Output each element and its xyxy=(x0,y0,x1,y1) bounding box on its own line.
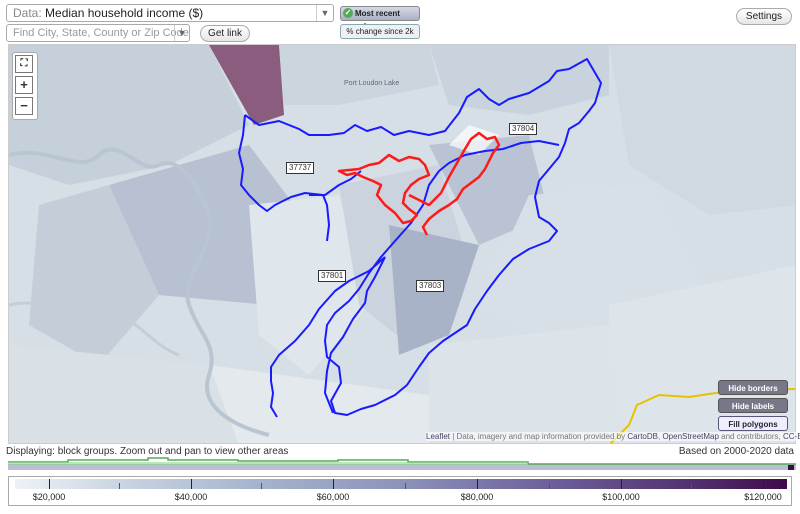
legend-tick xyxy=(621,479,622,489)
map-attribution: Leaflet | Data, imagery and map informat… xyxy=(426,432,800,441)
license-link[interactable]: CC-BY-SA xyxy=(783,432,800,441)
legend-tick xyxy=(477,479,478,489)
legend-label: $100,000 xyxy=(602,492,640,502)
most-recent-value-button[interactable]: ✓ Most recent value xyxy=(340,6,420,31)
zip-label-37804: 37804 xyxy=(509,123,538,135)
search-input[interactable]: Find City, State, County or Zip Code ▼ xyxy=(6,24,190,42)
legend-tick xyxy=(119,483,120,489)
zip-label-37801: 37801 xyxy=(318,270,347,282)
data-select-value: Median household income ($) xyxy=(45,6,204,20)
legend-label: $60,000 xyxy=(316,492,350,502)
legend-label: $40,000 xyxy=(174,492,208,502)
hide-borders-button[interactable]: Hide borders xyxy=(718,380,788,395)
map-view[interactable]: Port Loudon Lake 37737 37804 37801 37803 xyxy=(8,44,796,444)
zip-label-37803: 37803 xyxy=(416,280,445,292)
legend-tick xyxy=(763,479,764,489)
legend-tick xyxy=(191,479,192,489)
zip-label-37737: 37737 xyxy=(286,162,315,174)
fill-polygons-button[interactable]: Fill polygons xyxy=(718,416,788,431)
carto-link[interactable]: CartoDB xyxy=(627,432,658,441)
zoom-in-button[interactable]: + xyxy=(15,76,33,94)
legend-tick xyxy=(405,483,406,489)
osm-link[interactable]: OpenStreetMap xyxy=(662,432,718,441)
legend-label: $120,000 xyxy=(744,492,782,502)
checkmark-icon: ✓ xyxy=(343,8,353,18)
fullscreen-icon[interactable]: ⛶ xyxy=(15,55,33,73)
zoom-out-button[interactable]: − xyxy=(15,97,33,115)
legend-label: $20,000 xyxy=(32,492,66,502)
legend-color-bar xyxy=(15,479,787,489)
legend-tick xyxy=(261,483,262,489)
distribution-histogram xyxy=(8,457,796,470)
get-link-button[interactable]: Get link xyxy=(200,25,250,42)
legend-tick xyxy=(49,479,50,489)
chevron-down-icon[interactable]: ▼ xyxy=(316,5,333,21)
color-legend: $20,000 $40,000 $60,000 $80,000 $100,000… xyxy=(8,476,792,506)
legend-tick xyxy=(549,483,550,489)
map-canvas xyxy=(9,45,795,443)
hide-labels-button[interactable]: Hide labels xyxy=(718,398,788,413)
chevron-down-icon[interactable]: ▼ xyxy=(174,25,189,41)
data-select[interactable]: Data: Median household income ($) ▼ xyxy=(6,4,334,22)
top-toolbar: Data: Median household income ($) ▼ Find… xyxy=(0,0,800,44)
legend-tick xyxy=(333,479,334,489)
settings-button[interactable]: Settings xyxy=(736,8,792,25)
place-label: Port Loudon Lake xyxy=(344,80,400,87)
pct-change-button[interactable]: % change since 2k xyxy=(340,24,420,39)
leaflet-link[interactable]: Leaflet xyxy=(426,432,450,441)
legend-tick xyxy=(691,483,692,489)
search-placeholder: Find City, State, County or Zip Code xyxy=(13,27,189,39)
zoom-control: ⛶ + − xyxy=(12,52,38,120)
legend-label: $80,000 xyxy=(460,492,494,502)
data-select-label: Data: xyxy=(13,6,42,20)
